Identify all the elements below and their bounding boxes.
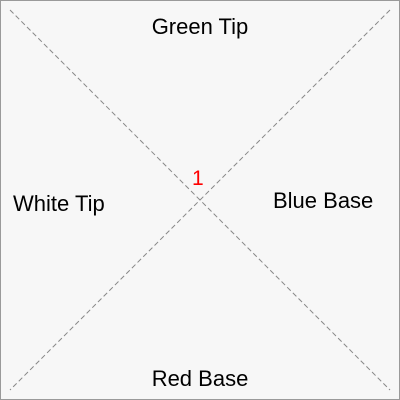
center-marker-number: 1 bbox=[192, 167, 204, 190]
label-bottom-red-base: Red Base bbox=[151, 366, 249, 391]
label-top-green-tip: Green Tip bbox=[151, 14, 249, 39]
label-left-white-tip: White Tip bbox=[13, 191, 105, 216]
label-right-blue-base: Blue Base bbox=[273, 188, 374, 213]
